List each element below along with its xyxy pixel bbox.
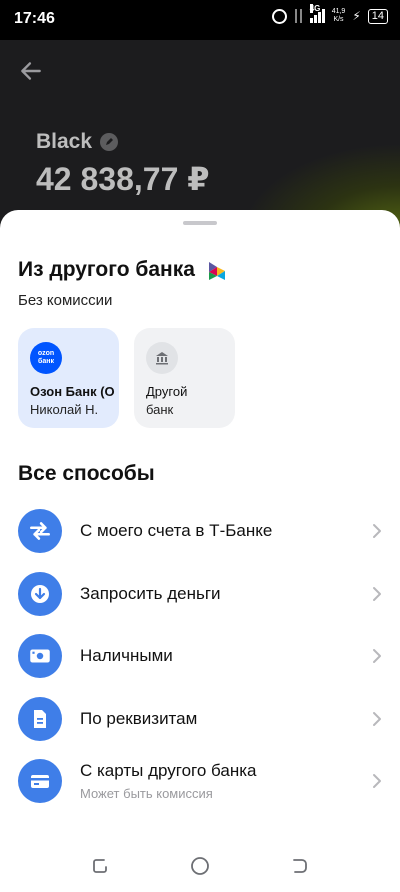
pencil-icon[interactable] — [100, 133, 118, 151]
sheet-subtitle: Без комиссии — [18, 292, 113, 309]
sbp-logo-icon — [209, 262, 225, 280]
alarm-icon — [271, 8, 287, 24]
bank-name-line2: банк — [146, 402, 174, 417]
bank-owner: Николай Н. — [30, 402, 99, 417]
network-speed-unit: K/s — [333, 16, 344, 23]
download-arrow-icon — [18, 572, 62, 616]
bank-card-other[interactable]: Другой банк — [134, 328, 235, 428]
system-nav-bar — [0, 838, 400, 892]
account-name: Black — [36, 130, 93, 153]
status-time: 17:46 — [14, 10, 55, 27]
chevron-right-icon — [373, 774, 381, 788]
method-sublabel: Может быть комиссия — [80, 786, 213, 801]
battery-level: 14 — [371, 9, 384, 22]
account-balance: 42 838,77 ₽ — [36, 161, 210, 197]
chevron-right-icon — [373, 587, 381, 601]
bank-building-icon — [146, 342, 178, 374]
data-arrows-icon — [294, 9, 303, 23]
signal-icon: 4G — [309, 4, 325, 23]
method-label: Запросить деньги — [80, 584, 221, 603]
card-icon — [18, 759, 62, 803]
method-requisites[interactable]: По реквизитам — [0, 691, 400, 747]
sheet-handle[interactable] — [183, 221, 217, 225]
network-speed-value: 41,9 — [331, 8, 346, 15]
method-label: Наличными — [80, 646, 173, 665]
method-label: По реквизитам — [80, 709, 198, 728]
method-label: С моего счета в Т-Банке — [80, 521, 273, 540]
document-icon — [18, 697, 62, 741]
network-speed: 41,9 K/s — [332, 8, 346, 24]
bank-name: Другой — [146, 384, 188, 399]
back-arrow-icon[interactable] — [18, 58, 44, 84]
chevron-right-icon — [373, 524, 381, 538]
method-other-card[interactable]: С карты другого банка Может быть комисси… — [0, 753, 400, 809]
home-icon[interactable] — [190, 856, 210, 876]
charging-icon: ⚡ — [352, 9, 361, 23]
battery-icon: 14 — [367, 8, 388, 24]
top-up-sheet: Из другого банка Без комиссии ozon банк О… — [0, 210, 400, 892]
recent-apps-icon[interactable] — [90, 856, 110, 876]
status-bar: 17:46 4G 41,9 K/s ⚡ 14 — [0, 0, 400, 40]
cash-icon — [18, 634, 62, 678]
method-own-account[interactable]: С моего счета в Т-Банке — [0, 503, 400, 559]
network-type: 4G — [309, 4, 321, 13]
bank-name: Озон Банк (О — [30, 384, 115, 399]
section-title: Все способы — [18, 462, 155, 485]
back-icon[interactable] — [290, 856, 310, 876]
chevron-right-icon — [373, 712, 381, 726]
ozon-logo: ozon банк — [30, 342, 62, 374]
method-label: С карты другого банка — [80, 761, 257, 780]
status-icons: 4G 41,9 K/s ⚡ 14 — [271, 4, 388, 24]
bank-card-ozon[interactable]: ozon банк Озон Банк (О Николай Н. — [18, 328, 119, 428]
transfer-arrows-icon — [18, 509, 62, 553]
method-cash[interactable]: Наличными — [0, 628, 400, 684]
chevron-right-icon — [373, 649, 381, 663]
sheet-title: Из другого банка — [18, 258, 195, 281]
method-request-money[interactable]: Запросить деньги — [0, 566, 400, 622]
